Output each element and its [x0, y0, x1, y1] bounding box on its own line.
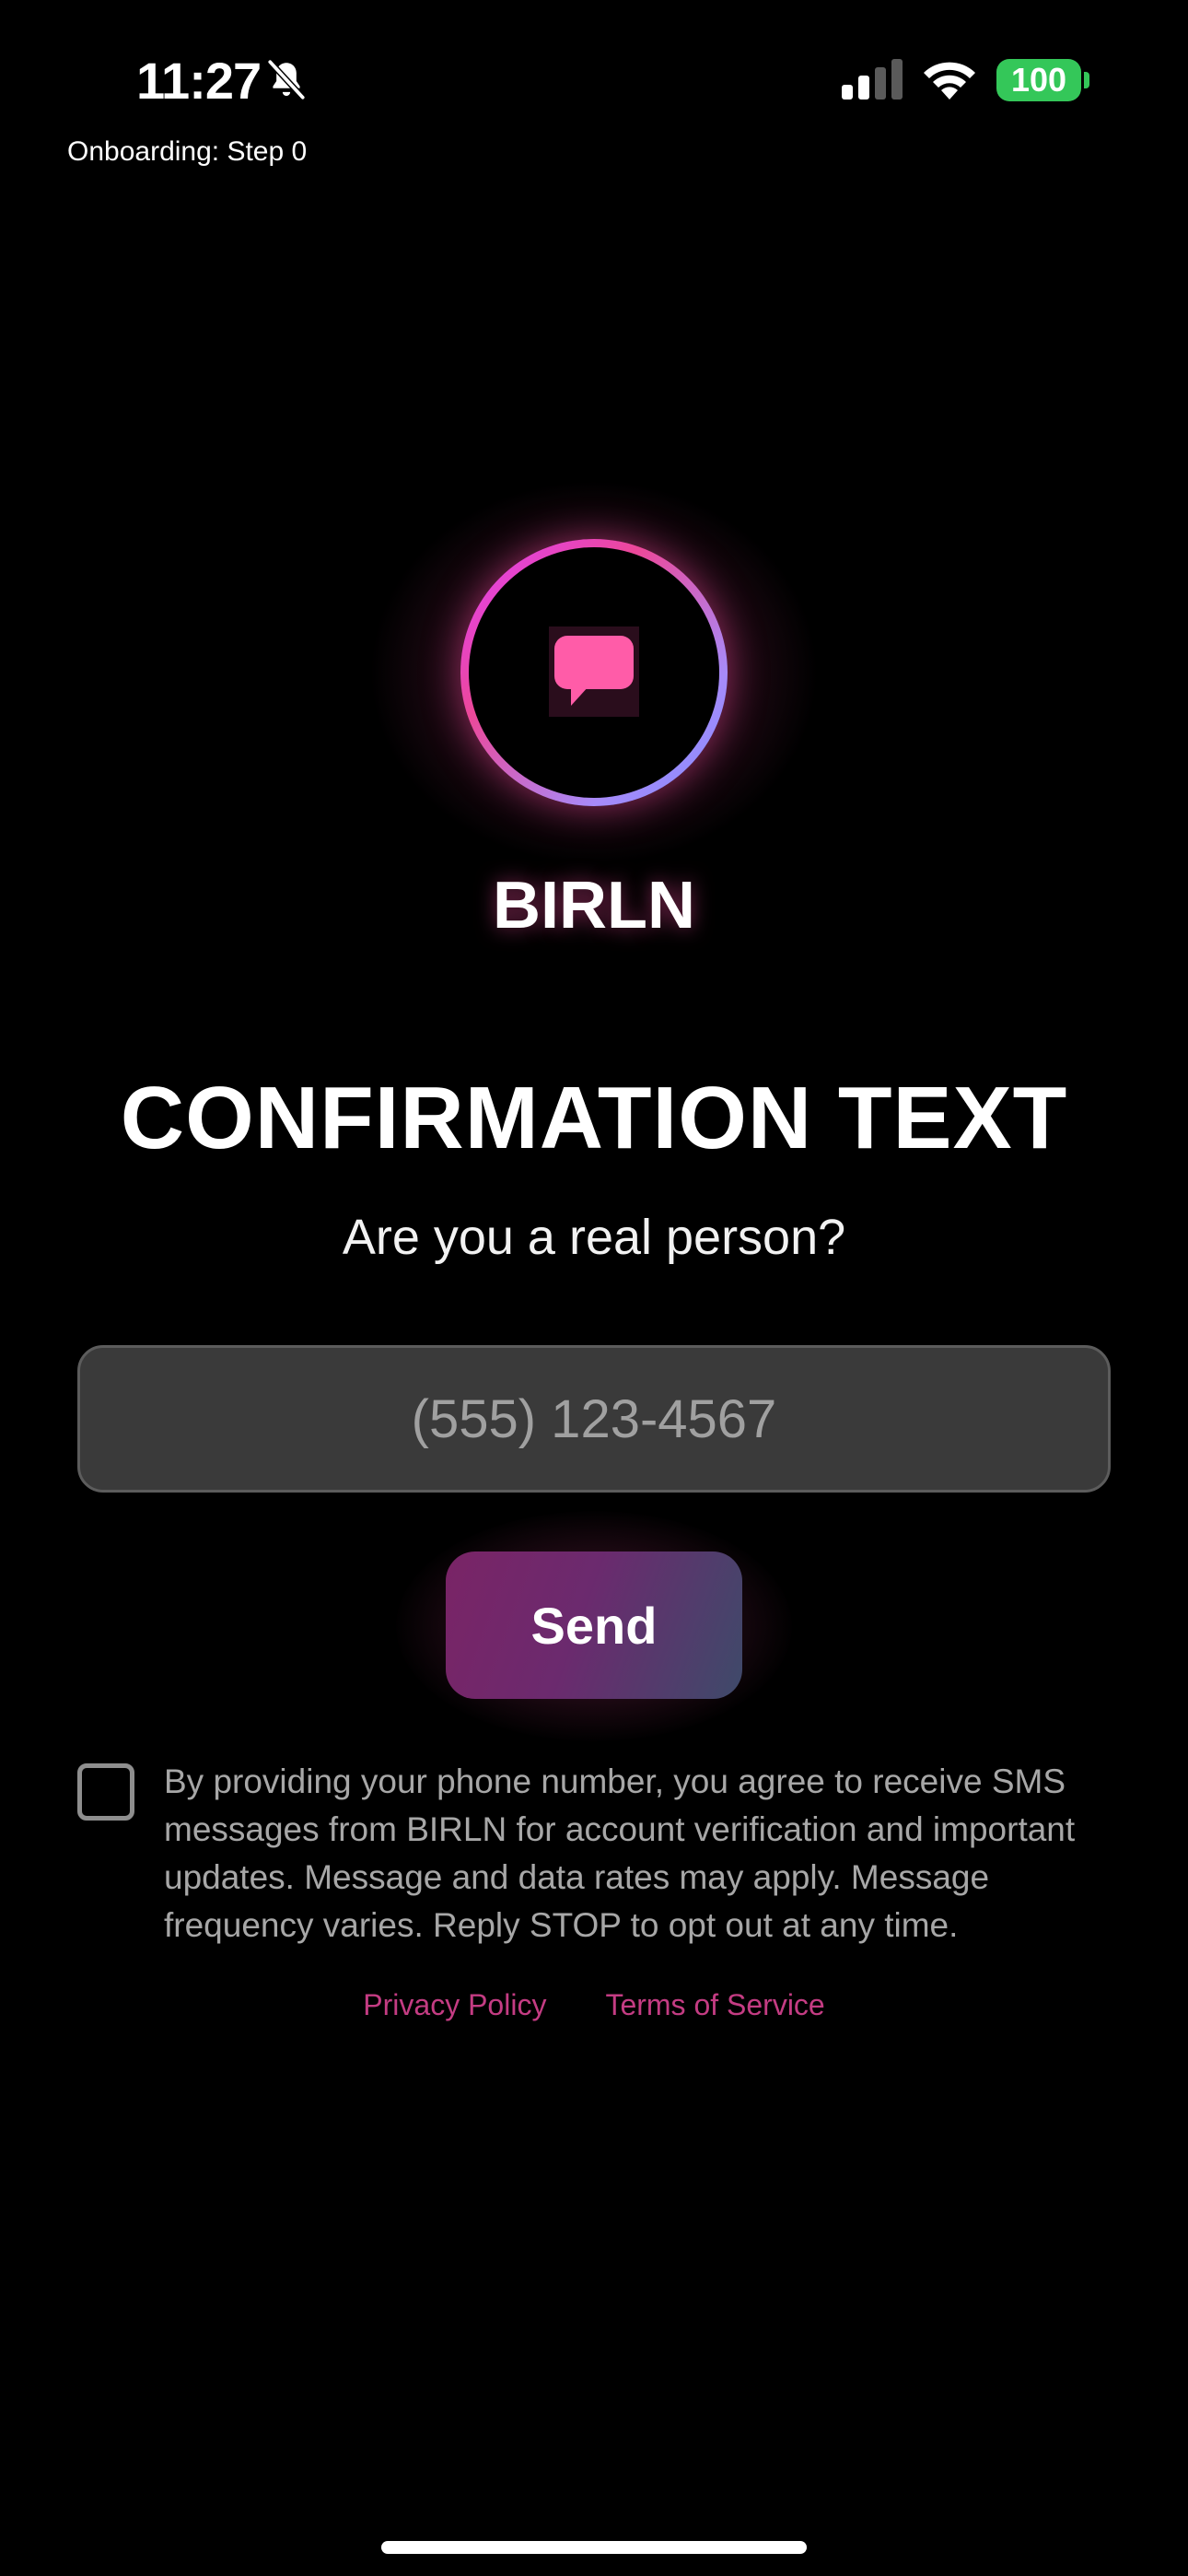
legal-links: Privacy Policy Terms of Service: [0, 1985, 1188, 2025]
terms-of-service-link[interactable]: Terms of Service: [605, 1985, 824, 2025]
battery-level: 100: [1010, 61, 1067, 99]
page-title: CONFIRMATION TEXT: [120, 1069, 1068, 1167]
page-subtitle: Are you a real person?: [342, 1210, 846, 1265]
bell-slash-icon: [266, 58, 307, 101]
brand-name: BIRLN: [493, 869, 695, 943]
chat-bubble-icon: [549, 626, 639, 717]
onboarding-step-label: Onboarding: Step 0: [67, 136, 308, 167]
sms-consent-text: By providing your phone number, you agre…: [164, 1762, 1076, 1944]
sms-consent-checkbox[interactable]: [77, 1763, 134, 1821]
battery-icon: 100: [996, 59, 1081, 101]
phone-number-input[interactable]: [77, 1345, 1111, 1493]
home-indicator[interactable]: [381, 2541, 807, 2554]
send-button[interactable]: Send: [446, 1551, 742, 1699]
cellular-signal-icon: [842, 59, 903, 100]
privacy-policy-link[interactable]: Privacy Policy: [363, 1985, 546, 2025]
status-time: 11:27: [136, 52, 262, 110]
battery-tip: [1084, 72, 1089, 88]
wifi-icon: [924, 62, 975, 100]
